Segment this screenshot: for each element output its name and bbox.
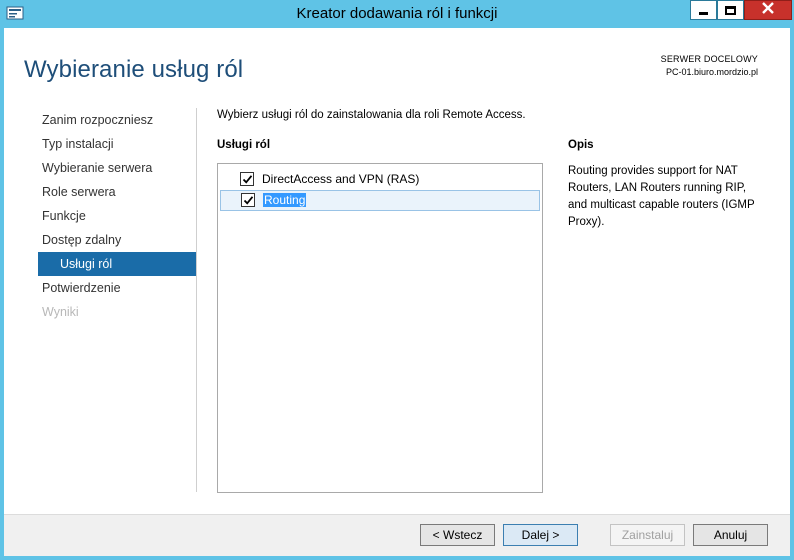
next-button[interactable]: Dalej > bbox=[503, 524, 578, 546]
wizard-window: Kreator dodawania ról i funkcji Wybieran… bbox=[0, 0, 794, 560]
nav-item-server-roles[interactable]: Role serwera bbox=[38, 180, 196, 204]
nav-item-before-you-begin[interactable]: Zanim rozpoczniesz bbox=[38, 108, 196, 132]
nav-divider bbox=[196, 108, 197, 492]
destination-server-name: PC-01.biuro.mordzio.pl bbox=[665, 67, 758, 77]
checkmark-icon bbox=[243, 196, 254, 205]
routing-checkbox[interactable] bbox=[241, 193, 255, 207]
page-title: Wybieranie usług ról bbox=[24, 56, 244, 83]
back-button[interactable]: < Wstecz bbox=[420, 524, 495, 546]
close-button[interactable] bbox=[744, 0, 792, 20]
routing-label: Routing bbox=[263, 193, 307, 207]
list-item-directaccess-vpn[interactable]: DirectAccess and VPN (RAS) bbox=[220, 169, 540, 190]
description-text: Routing provides support for NAT Routers… bbox=[568, 165, 755, 228]
destination-server-label: SERWER DOCELOWY bbox=[660, 54, 758, 64]
nav-item-remote-access[interactable]: Dostęp zdalny bbox=[38, 228, 196, 252]
checkmark-icon bbox=[242, 175, 253, 184]
nav-item-features[interactable]: Funkcje bbox=[38, 204, 196, 228]
wizard-navigation: Zanim rozpoczniesz Typ instalacji Wybier… bbox=[38, 108, 196, 324]
maximize-button[interactable] bbox=[717, 0, 744, 20]
list-item-routing[interactable]: Routing bbox=[220, 190, 540, 211]
close-icon bbox=[762, 1, 774, 19]
instruction-text: Wybierz usługi ról do zainstalowania dla… bbox=[217, 109, 526, 121]
nav-item-results: Wyniki bbox=[42, 305, 79, 319]
role-services-heading: Usługi ról bbox=[217, 139, 271, 151]
directaccess-vpn-label: DirectAccess and VPN (RAS) bbox=[262, 172, 420, 186]
window-title: Kreator dodawania ról i funkcji bbox=[296, 5, 498, 22]
wizard-client-area: Wybieranie usług ról SERWER DOCELOWY PC-… bbox=[4, 28, 790, 556]
description-heading: Opis bbox=[568, 139, 594, 151]
role-services-list[interactable]: DirectAccess and VPN (RAS) Routing bbox=[217, 163, 543, 493]
maximize-icon bbox=[725, 5, 736, 15]
wizard-footer: < Wstecz Dalej > Zainstaluj Anuluj bbox=[4, 514, 790, 556]
minimize-button[interactable] bbox=[690, 0, 717, 20]
minimize-icon bbox=[699, 12, 708, 15]
nav-item-confirmation[interactable]: Potwierdzenie bbox=[38, 276, 196, 300]
nav-item-role-services[interactable]: Usługi ról bbox=[38, 252, 196, 276]
install-button: Zainstaluj bbox=[610, 524, 685, 546]
title-bar[interactable]: Kreator dodawania ról i funkcji bbox=[0, 0, 794, 28]
directaccess-vpn-checkbox[interactable] bbox=[240, 172, 254, 186]
nav-item-server-selection[interactable]: Wybieranie serwera bbox=[38, 156, 196, 180]
cancel-button[interactable]: Anuluj bbox=[693, 524, 768, 546]
nav-item-installation-type[interactable]: Typ instalacji bbox=[38, 132, 196, 156]
